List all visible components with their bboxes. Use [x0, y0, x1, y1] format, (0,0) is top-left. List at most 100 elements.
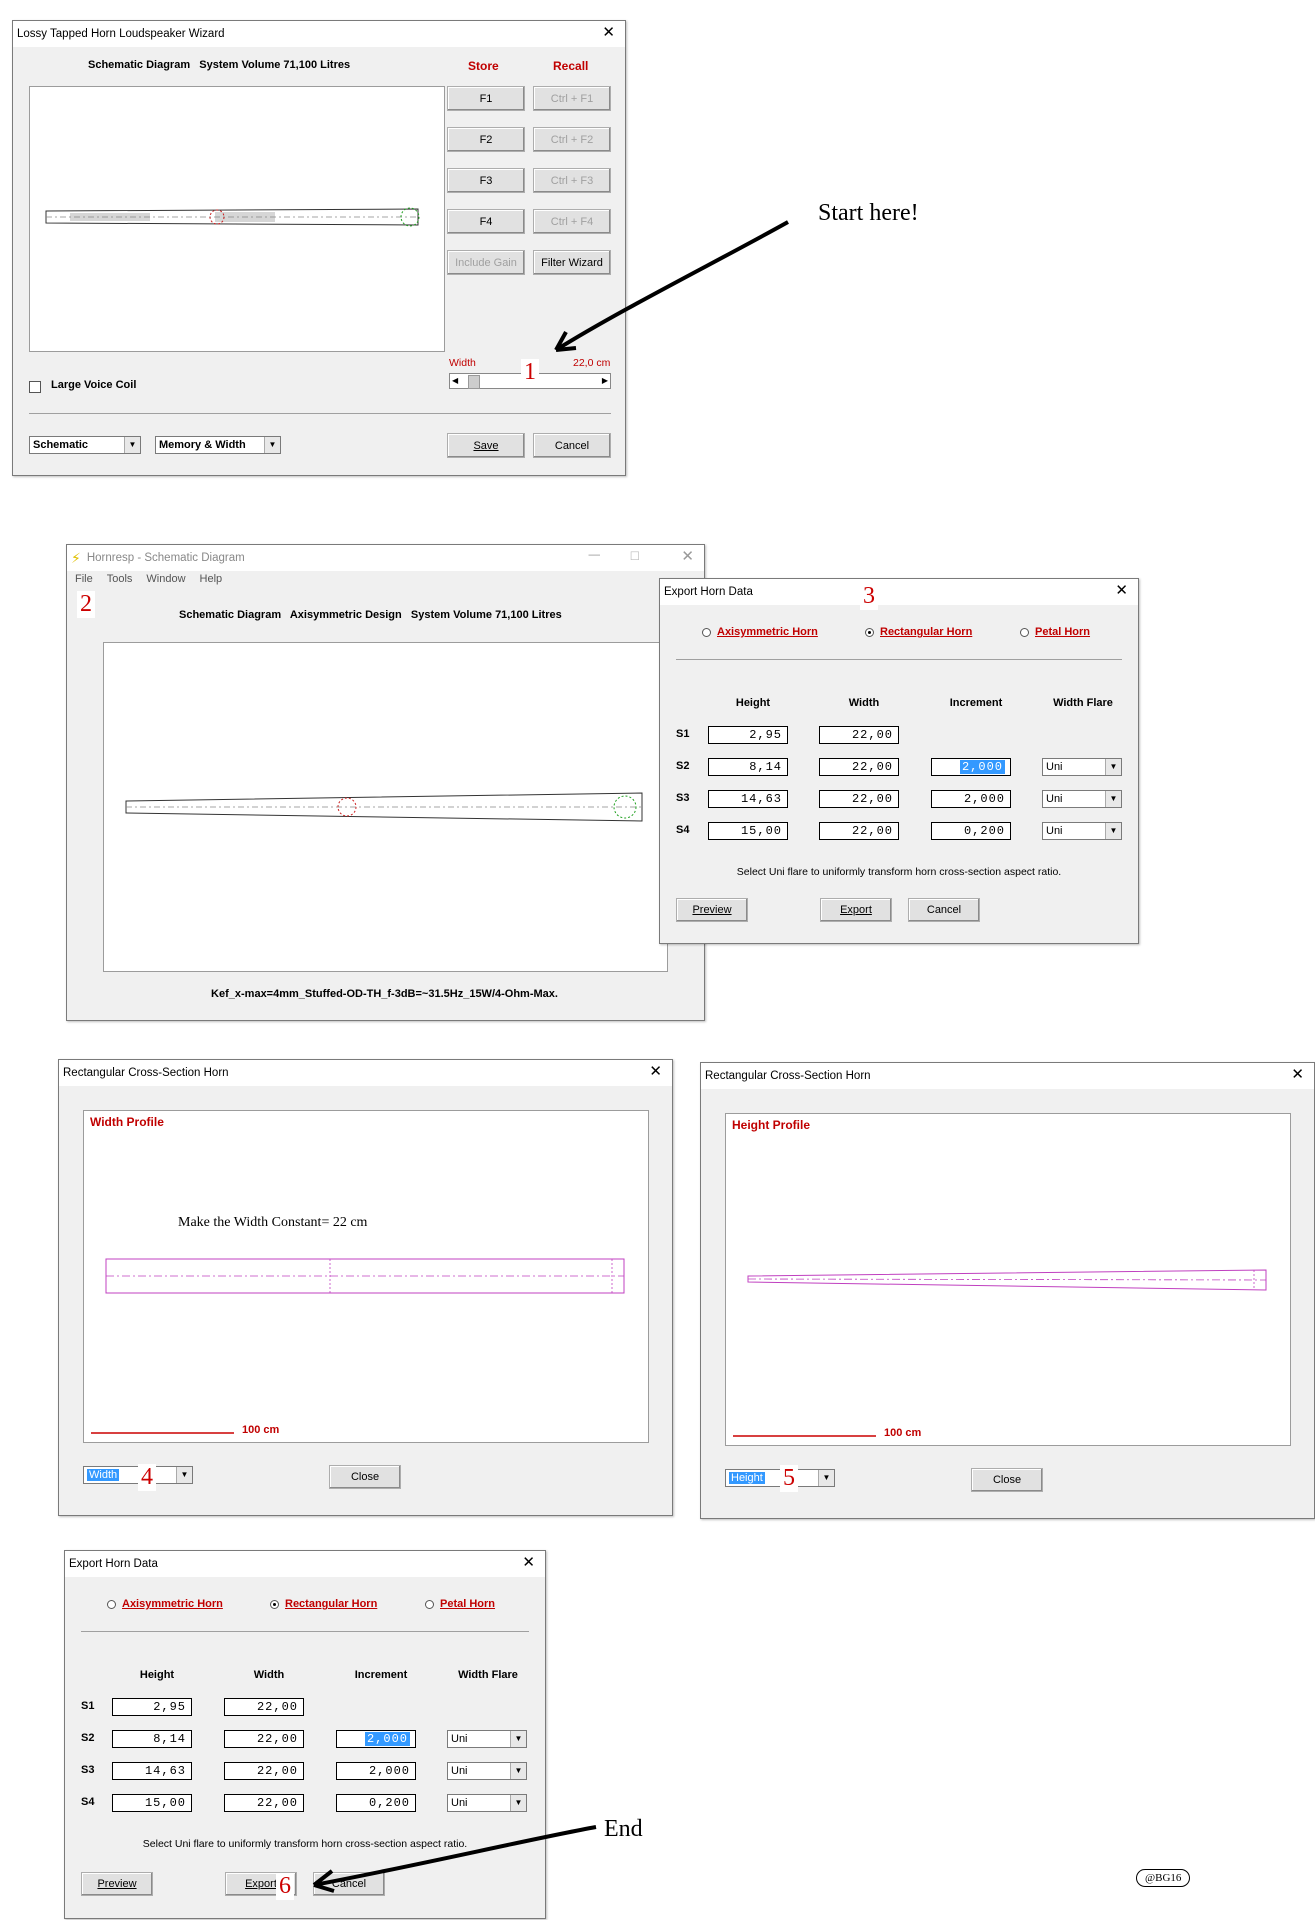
end-text: End	[604, 1816, 643, 1842]
scroll-left-icon[interactable]: ◀	[452, 374, 458, 388]
radio-rectangular[interactable]: Rectangular Horn	[865, 626, 972, 638]
chevron-down-icon[interactable]: ▼	[510, 1795, 526, 1811]
s2-height[interactable]: 8,14	[708, 758, 788, 776]
radio-petal[interactable]: Petal Horn	[1020, 626, 1090, 638]
s2-height[interactable]: 8,14	[112, 1730, 192, 1748]
export-titlebar[interactable]: Export Horn Data ✕	[65, 1551, 545, 1577]
s3-width[interactable]: 22,00	[819, 790, 899, 808]
s4-flare-combo[interactable]: Uni ▼	[447, 1794, 527, 1812]
large-voice-coil-checkbox[interactable]	[29, 381, 41, 393]
chevron-down-icon[interactable]: ▼	[1105, 759, 1121, 775]
radio-dot[interactable]	[702, 627, 711, 637]
s4-width[interactable]: 22,00	[224, 1794, 304, 1812]
export-button[interactable]: Export	[820, 898, 892, 922]
s1-width[interactable]: 22,00	[224, 1698, 304, 1716]
s4-height[interactable]: 15,00	[708, 822, 788, 840]
close-icon[interactable]: ✕	[681, 549, 694, 565]
watermark-badge: @BG16	[1136, 1869, 1191, 1887]
s3-width[interactable]: 22,00	[224, 1762, 304, 1780]
scroll-thumb[interactable]	[468, 375, 480, 389]
recall-ctrl-f2-button[interactable]: Ctrl + F2	[533, 127, 611, 152]
close-button[interactable]: Close	[971, 1468, 1043, 1492]
mode-combo-value: Memory & Width	[159, 439, 246, 451]
radio-axisymmetric[interactable]: Axisymmetric Horn	[702, 626, 818, 638]
cancel-button[interactable]: Cancel	[908, 898, 980, 922]
chevron-down-icon[interactable]: ▼	[124, 437, 140, 453]
s1-width[interactable]: 22,00	[819, 726, 899, 744]
s3-increment[interactable]: 2,000	[931, 790, 1011, 808]
export-titlebar[interactable]: Export Horn Data ✕	[660, 579, 1138, 605]
recall-ctrl-f1-button[interactable]: Ctrl + F1	[533, 86, 611, 111]
include-gain-button[interactable]: Include Gain	[447, 250, 525, 275]
radio-axisymmetric[interactable]: Axisymmetric Horn	[107, 1598, 223, 1610]
chevron-down-icon[interactable]: ▼	[510, 1731, 526, 1747]
radio-dot[interactable]	[107, 1599, 116, 1609]
menu-tools[interactable]: Tools	[107, 573, 133, 585]
s2-flare-combo[interactable]: Uni ▼	[447, 1730, 527, 1748]
s3-increment[interactable]: 2,000	[336, 1762, 416, 1780]
menu-window[interactable]: Window	[146, 573, 185, 585]
chevron-down-icon[interactable]: ▼	[1105, 823, 1121, 839]
s2-width[interactable]: 22,00	[819, 758, 899, 776]
store-f4-button[interactable]: F4	[447, 209, 525, 234]
s4-width[interactable]: 22,00	[819, 822, 899, 840]
s2-width[interactable]: 22,00	[224, 1730, 304, 1748]
save-button[interactable]: Save	[447, 433, 525, 458]
chevron-down-icon[interactable]: ▼	[510, 1763, 526, 1779]
view-combo[interactable]: Schematic ▼	[29, 436, 141, 454]
s2-increment[interactable]: 2,000	[336, 1730, 416, 1748]
s2-flare-combo[interactable]: Uni ▼	[1042, 758, 1122, 776]
store-f1-button[interactable]: F1	[447, 86, 525, 111]
radio-dot[interactable]	[270, 1599, 279, 1609]
maximize-icon[interactable]: ☐	[630, 549, 640, 563]
s2-flare-value: Uni	[1046, 761, 1063, 773]
width-profile-titlebar[interactable]: Rectangular Cross-Section Horn ✕	[59, 1060, 672, 1086]
close-icon[interactable]: ✕	[602, 25, 615, 41]
s4-increment[interactable]: 0,200	[336, 1794, 416, 1812]
radio-dot[interactable]	[865, 627, 874, 637]
chevron-down-icon[interactable]: ▼	[818, 1470, 834, 1486]
recall-ctrl-f3-button[interactable]: Ctrl + F3	[533, 168, 611, 193]
close-icon[interactable]: ✕	[649, 1064, 662, 1080]
close-icon[interactable]: ✕	[1291, 1067, 1304, 1083]
radio-petal[interactable]: Petal Horn	[425, 1598, 495, 1610]
s4-increment[interactable]: 0,200	[931, 822, 1011, 840]
menu-help[interactable]: Help	[200, 573, 223, 585]
store-f3-button[interactable]: F3	[447, 168, 525, 193]
col-width: Width	[848, 697, 880, 709]
radio-dot[interactable]	[1020, 627, 1029, 637]
s3-flare-combo[interactable]: Uni ▼	[447, 1762, 527, 1780]
s4-height[interactable]: 15,00	[112, 1794, 192, 1812]
s3-flare-combo[interactable]: Uni ▼	[1042, 790, 1122, 808]
s4-flare-combo[interactable]: Uni ▼	[1042, 822, 1122, 840]
wizard-titlebar[interactable]: Lossy Tapped Horn Loudspeaker Wizard ✕	[13, 21, 625, 47]
col-width-flare: Width Flare	[1053, 697, 1113, 709]
minimize-icon[interactable]: —	[589, 549, 601, 561]
s1-height[interactable]: 2,95	[112, 1698, 192, 1716]
mode-combo[interactable]: Memory & Width ▼	[155, 436, 281, 454]
hornresp-title: Hornresp - Schematic Diagram	[86, 552, 245, 564]
chevron-down-icon[interactable]: ▼	[176, 1467, 192, 1483]
preview-button[interactable]: Preview	[676, 898, 748, 922]
close-button[interactable]: Close	[329, 1465, 401, 1489]
radio-dot[interactable]	[425, 1599, 434, 1609]
row-label-s3: S3	[676, 792, 690, 804]
width-label: Width	[449, 357, 476, 369]
chevron-down-icon[interactable]: ▼	[1105, 791, 1121, 807]
scroll-right-icon[interactable]: ▶	[602, 374, 608, 388]
divider	[676, 659, 1122, 660]
s1-height[interactable]: 2,95	[708, 726, 788, 744]
s3-height[interactable]: 14,63	[708, 790, 788, 808]
s3-height[interactable]: 14,63	[112, 1762, 192, 1780]
height-profile-titlebar[interactable]: Rectangular Cross-Section Horn ✕	[701, 1063, 1314, 1089]
store-f2-button[interactable]: F2	[447, 127, 525, 152]
menu-file[interactable]: File	[75, 573, 93, 585]
chevron-down-icon[interactable]: ▼	[264, 437, 280, 453]
hornresp-titlebar[interactable]: ⚡ Hornresp - Schematic Diagram — ☐ ✕	[67, 545, 704, 571]
cancel-button[interactable]: Cancel	[533, 433, 611, 458]
close-icon[interactable]: ✕	[1115, 583, 1128, 599]
close-icon[interactable]: ✕	[522, 1555, 535, 1571]
radio-rectangular[interactable]: Rectangular Horn	[270, 1598, 377, 1610]
preview-button[interactable]: Preview	[81, 1872, 153, 1896]
s2-increment[interactable]: 2,000	[931, 758, 1011, 776]
